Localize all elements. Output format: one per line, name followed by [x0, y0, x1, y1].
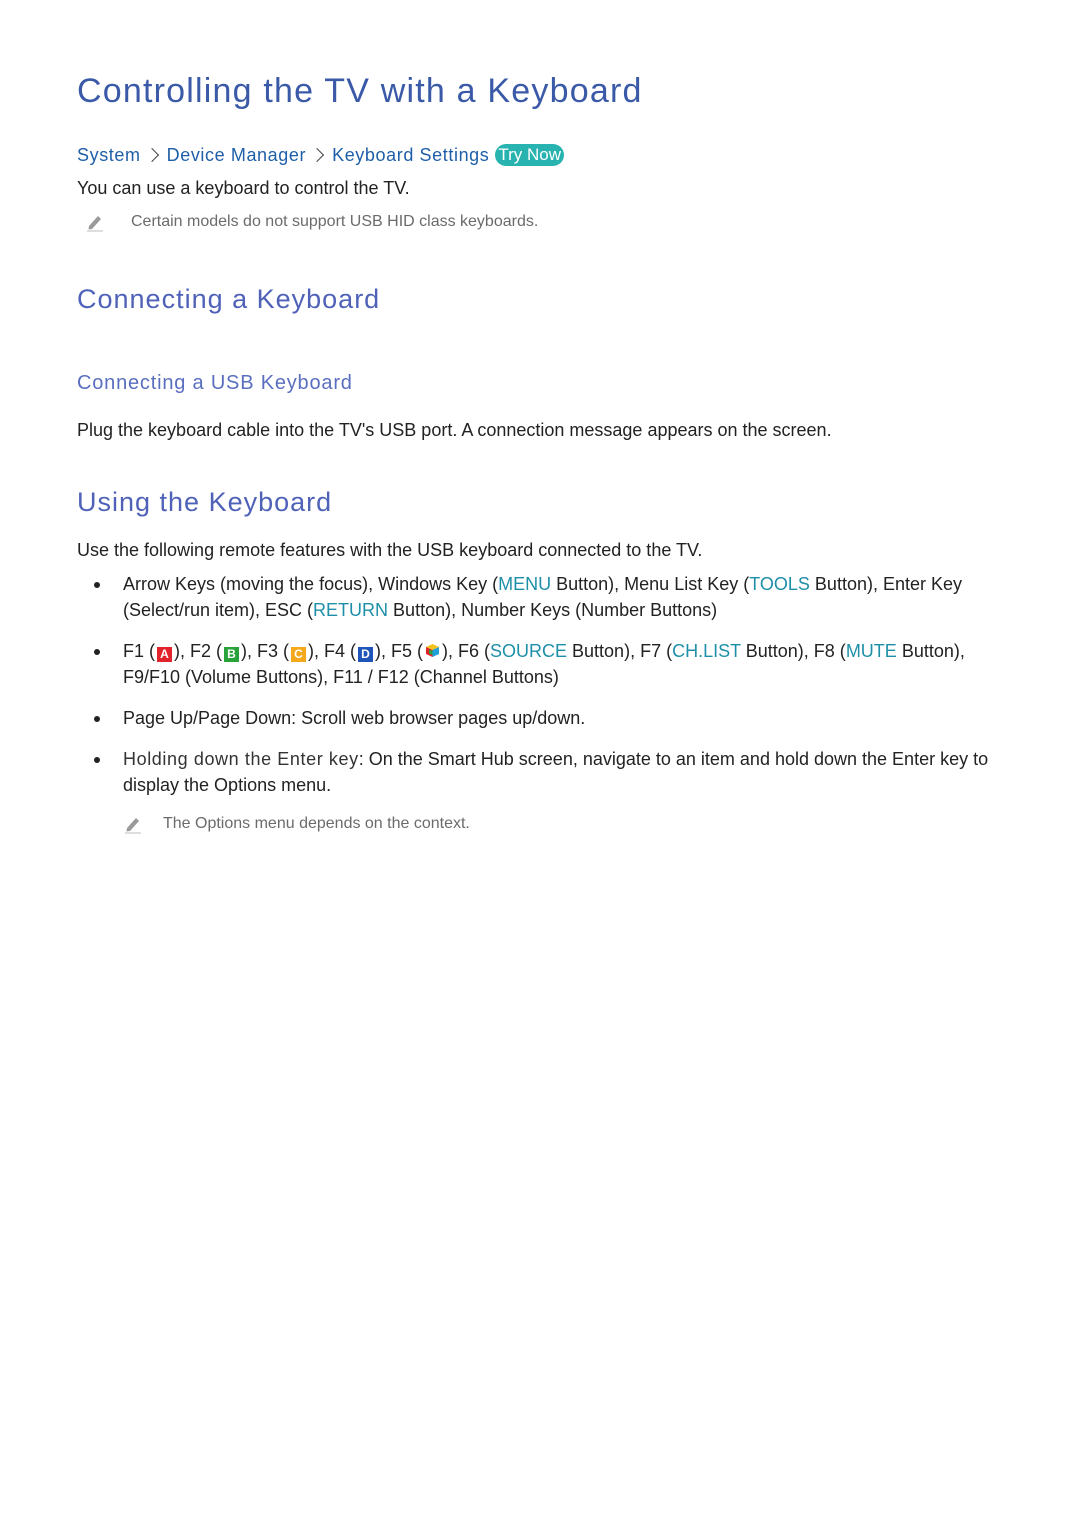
- feature-list: Arrow Keys (moving the focus), Windows K…: [77, 571, 992, 806]
- return-button-label: RETURN: [313, 600, 389, 620]
- red-a-key-icon: A: [157, 647, 173, 662]
- bullet-icon: [94, 716, 100, 722]
- text: Arrow Keys (moving the focus), Windows K…: [123, 574, 499, 594]
- list-item: Holding down the Enter key: On the Smart…: [77, 746, 992, 798]
- text: F1 (: [123, 641, 156, 661]
- intro-text: You can use a keyboard to control the TV…: [77, 178, 410, 198]
- note-text: The Options menu depends on the context.: [163, 815, 470, 832]
- bullet-icon: [94, 582, 100, 588]
- text: ), F3 (: [241, 641, 290, 661]
- yellow-c-key-icon: C: [291, 647, 307, 662]
- blue-d-key-icon: D: [358, 647, 374, 662]
- text: Button), Menu List Key (: [551, 574, 750, 594]
- subsection-heading-usb: Connecting a USB Keyboard: [77, 372, 353, 394]
- usb-instructions: Plug the keyboard cable into the TV's US…: [77, 420, 832, 440]
- note-text: Certain models do not support USB HID cl…: [131, 213, 539, 230]
- breadcrumb: System Device Manager Keyboard Settings …: [77, 144, 565, 166]
- chevron-right-icon: [144, 147, 159, 163]
- text: ), F2 (: [174, 641, 223, 661]
- smart-hub-cube-icon: [426, 644, 440, 657]
- breadcrumb-keyboard-settings[interactable]: Keyboard Settings: [332, 145, 489, 166]
- text: Page Up/Page Down: Scroll web browser pa…: [123, 708, 586, 728]
- section-heading-using: Using the Keyboard: [77, 487, 333, 517]
- text: ), F5 (: [375, 641, 424, 661]
- page-title: Controlling the TV with a Keyboard: [77, 72, 643, 110]
- mute-button-label: MUTE: [845, 641, 897, 661]
- text: Button), F8 (: [740, 641, 846, 661]
- list-item: Arrow Keys (moving the focus), Windows K…: [77, 571, 992, 623]
- list-item: F1 (A), F2 (B), F3 (C), F4 (D), F5 ( ), F…: [77, 638, 992, 690]
- chlist-button-label: CH.LIST: [672, 641, 741, 661]
- text: ), F4 (: [308, 641, 357, 661]
- text: Button), Number Keys (Number Buttons): [388, 600, 718, 620]
- breadcrumb-system[interactable]: System: [77, 145, 141, 166]
- section-heading-connecting: Connecting a Keyboard: [77, 284, 381, 314]
- list-item: Page Up/Page Down: Scroll web browser pa…: [77, 705, 992, 731]
- menu-button-label: MENU: [498, 574, 552, 594]
- term-label: Holding down the Enter key: [123, 749, 359, 769]
- bullet-icon: [94, 649, 100, 655]
- green-b-key-icon: B: [224, 647, 240, 662]
- source-button-label: SOURCE: [490, 641, 568, 661]
- pencil-note-icon: [125, 818, 141, 834]
- note: Certain models do not support USB HID cl…: [85, 212, 538, 232]
- pencil-note-icon: [87, 216, 103, 232]
- text: Button), F7 (: [567, 641, 673, 661]
- try-now-button[interactable]: Try Now: [495, 144, 565, 166]
- bullet-icon: [94, 757, 100, 763]
- note: The Options menu depends on the context.: [123, 814, 470, 834]
- chevron-right-icon: [310, 147, 325, 163]
- tools-button-label: TOOLS: [749, 574, 810, 594]
- using-intro: Use the following remote features with t…: [77, 540, 703, 560]
- breadcrumb-device-manager[interactable]: Device Manager: [167, 145, 306, 166]
- text: ), F6 (: [442, 641, 491, 661]
